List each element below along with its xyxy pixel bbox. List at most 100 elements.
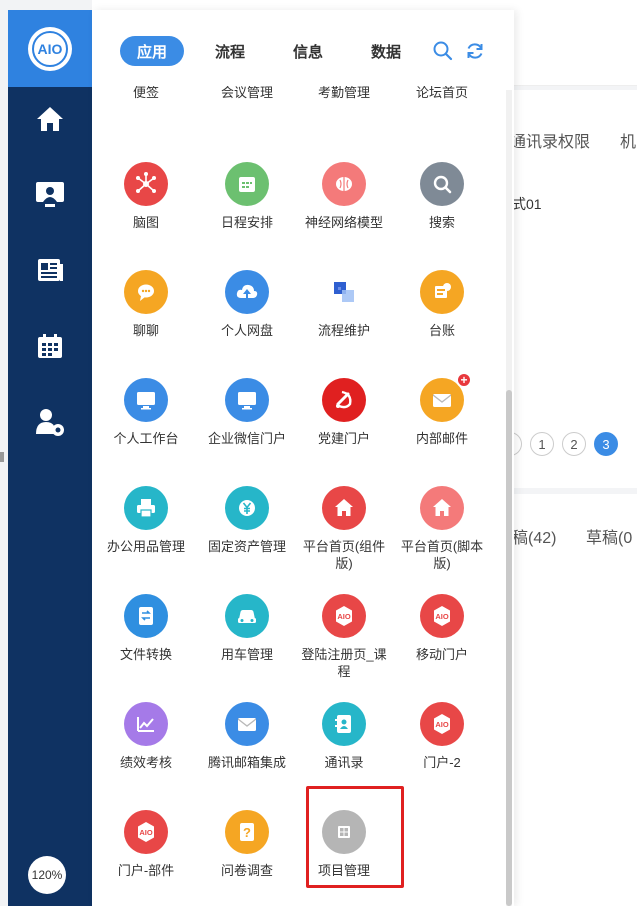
refresh-icon[interactable]: [464, 40, 486, 62]
tab-info[interactable]: 信息: [285, 36, 331, 66]
aio-logo-icon: AIO: [28, 26, 72, 71]
app-tile-monitor[interactable]: 企业微信门户: [195, 378, 299, 447]
svg-text:AIO: AIO: [139, 828, 153, 837]
svg-text:AIO: AIO: [435, 612, 449, 621]
app-tile-label: 日程安排: [220, 215, 273, 230]
app-tile-car[interactable]: 用车管理: [195, 594, 299, 663]
app-logo-button[interactable]: AIO: [8, 10, 92, 87]
app-tile-aio[interactable]: AIO 门户-2: [390, 702, 494, 771]
svg-text:AIO: AIO: [337, 612, 351, 621]
app-tile-label: 用车管理: [220, 647, 273, 662]
app-tile-search[interactable]: 搜索: [390, 162, 494, 231]
logo-text: AIO: [32, 30, 68, 67]
app-tile-file-convert[interactable]: 文件转换: [94, 594, 198, 663]
app-tile-chart[interactable]: 绩效考核: [94, 702, 198, 771]
search-icon: [420, 162, 464, 206]
pager-page-3[interactable]: 3: [594, 432, 618, 456]
app-tile-schedule[interactable]: 日程安排: [195, 162, 299, 231]
panel-scrollbar-thumb[interactable]: [506, 390, 512, 906]
cloud-upload-icon: [225, 270, 269, 314]
app-tile-party-emblem[interactable]: 党建门户: [292, 378, 396, 447]
app-tile-label: 会议管理: [220, 85, 273, 100]
left-sidebar: AIO 120%: [8, 10, 99, 906]
app-tile-label: 通讯录: [324, 755, 364, 770]
bg-row-text: 式01: [512, 196, 542, 212]
bg-tab-contacts-permission[interactable]: 通讯录权限: [510, 128, 590, 152]
app-tile-label: 个人工作台: [113, 431, 179, 446]
user-settings-icon[interactable]: [30, 402, 70, 442]
pagination: 1 2 3: [506, 432, 618, 456]
app-tile-label: 党建门户: [317, 431, 370, 446]
tab-data[interactable]: 数据: [363, 36, 409, 66]
mail-icon: [225, 702, 269, 746]
contacts-icon: [322, 702, 366, 746]
chart-icon: [124, 702, 168, 746]
mindmap-icon: [124, 162, 168, 206]
bg-tab-partial[interactable]: 机: [620, 128, 636, 152]
ledger-icon: [420, 270, 464, 314]
app-tile-label: 门户-2: [423, 755, 461, 770]
file-convert-icon: [124, 594, 168, 638]
zoom-level-badge[interactable]: 120%: [28, 856, 66, 894]
app-tile-label: 个人网盘: [220, 323, 273, 338]
svg-text:?: ?: [243, 825, 251, 840]
monitor-user-icon[interactable]: [30, 175, 70, 215]
app-tile-label: 企业微信门户: [207, 431, 286, 446]
app-tile-home[interactable]: 平台首页(脚本版): [390, 486, 494, 572]
chat-icon: [124, 270, 168, 314]
app-grid: 便签 会议管理 考勤管理 论坛首页脑图 日程安排 神经网络模型 搜索聊聊 个人网盘 流程维护 台账…: [92, 10, 506, 906]
app-tile-mindmap[interactable]: 脑图: [94, 162, 198, 231]
news-icon[interactable]: [30, 250, 70, 290]
question-icon: ?: [225, 810, 269, 854]
tab-process[interactable]: 流程: [207, 36, 253, 66]
app-tile-yen[interactable]: 固定资产管理: [195, 486, 299, 555]
mail-icon: +: [420, 372, 472, 422]
app-tile-label: 便签: [132, 85, 159, 100]
app-tile-label: 移动门户: [415, 647, 468, 662]
app-tile-label: 固定资产管理: [207, 539, 286, 554]
aio-icon: AIO: [420, 594, 464, 638]
app-tile-chat[interactable]: 聊聊: [94, 270, 198, 339]
app-tile-ledger[interactable]: 台账: [390, 270, 494, 339]
add-badge-icon[interactable]: +: [456, 372, 472, 388]
bg-tab-sent[interactable]: 稿(42): [512, 524, 556, 548]
panel-header: 应用 流程 信息 数据: [92, 10, 514, 86]
app-tile-mail[interactable]: + 内部邮件: [390, 372, 494, 447]
app-tile-brain[interactable]: 神经网络模型: [292, 162, 396, 231]
search-icon[interactable]: [432, 40, 454, 62]
pager-page-2[interactable]: 2: [562, 432, 586, 456]
app-tile-printer[interactable]: 办公用品管理: [94, 486, 198, 555]
aio-icon: AIO: [124, 810, 168, 854]
app-tile-aio[interactable]: AIO 登陆注册页_课程: [292, 594, 396, 680]
monitor-icon: [124, 378, 168, 422]
app-tile-label: 平台首页(脚本版): [400, 539, 484, 571]
printer-icon: [124, 486, 168, 530]
monitor-icon: [225, 378, 269, 422]
calendar-icon[interactable]: [30, 326, 70, 366]
app-tile-label: 平台首页(组件版): [302, 539, 386, 571]
flow-squares-icon: [322, 270, 366, 314]
app-tile-label: 论坛首页: [415, 85, 468, 100]
app-tile-contacts[interactable]: 通讯录: [292, 702, 396, 771]
app-tile-flow-squares[interactable]: 流程维护: [292, 270, 396, 339]
app-tile-aio[interactable]: AIO 门户-部件: [94, 810, 198, 879]
app-tile-label: 内部邮件: [415, 431, 468, 446]
app-tile-label: 搜索: [428, 215, 455, 230]
app-tile-label: 台账: [428, 323, 455, 338]
bg-tab-drafts[interactable]: 草稿(0: [586, 524, 632, 548]
app-tile-question[interactable]: ? 问卷调查: [195, 810, 299, 879]
apps-panel: 便签 会议管理 考勤管理 论坛首页脑图 日程安排 神经网络模型 搜索聊聊 个人网盘 流程维护 台账…: [92, 10, 514, 906]
highlight-box: [306, 786, 404, 888]
edge-handle[interactable]: [0, 452, 4, 462]
app-tile-mail[interactable]: 腾讯邮箱集成: [195, 702, 299, 771]
app-tile-monitor[interactable]: 个人工作台: [94, 378, 198, 447]
app-tile-label: 门户-部件: [117, 863, 175, 878]
home-icon[interactable]: [30, 99, 70, 139]
svg-text:AIO: AIO: [435, 720, 449, 729]
pager-page-1[interactable]: 1: [530, 432, 554, 456]
app-tile-label: 考勤管理: [317, 85, 370, 100]
tab-apps[interactable]: 应用: [120, 36, 184, 66]
app-tile-aio[interactable]: AIO 移动门户: [390, 594, 494, 663]
app-tile-home[interactable]: 平台首页(组件版): [292, 486, 396, 572]
app-tile-cloud-upload[interactable]: 个人网盘: [195, 270, 299, 339]
